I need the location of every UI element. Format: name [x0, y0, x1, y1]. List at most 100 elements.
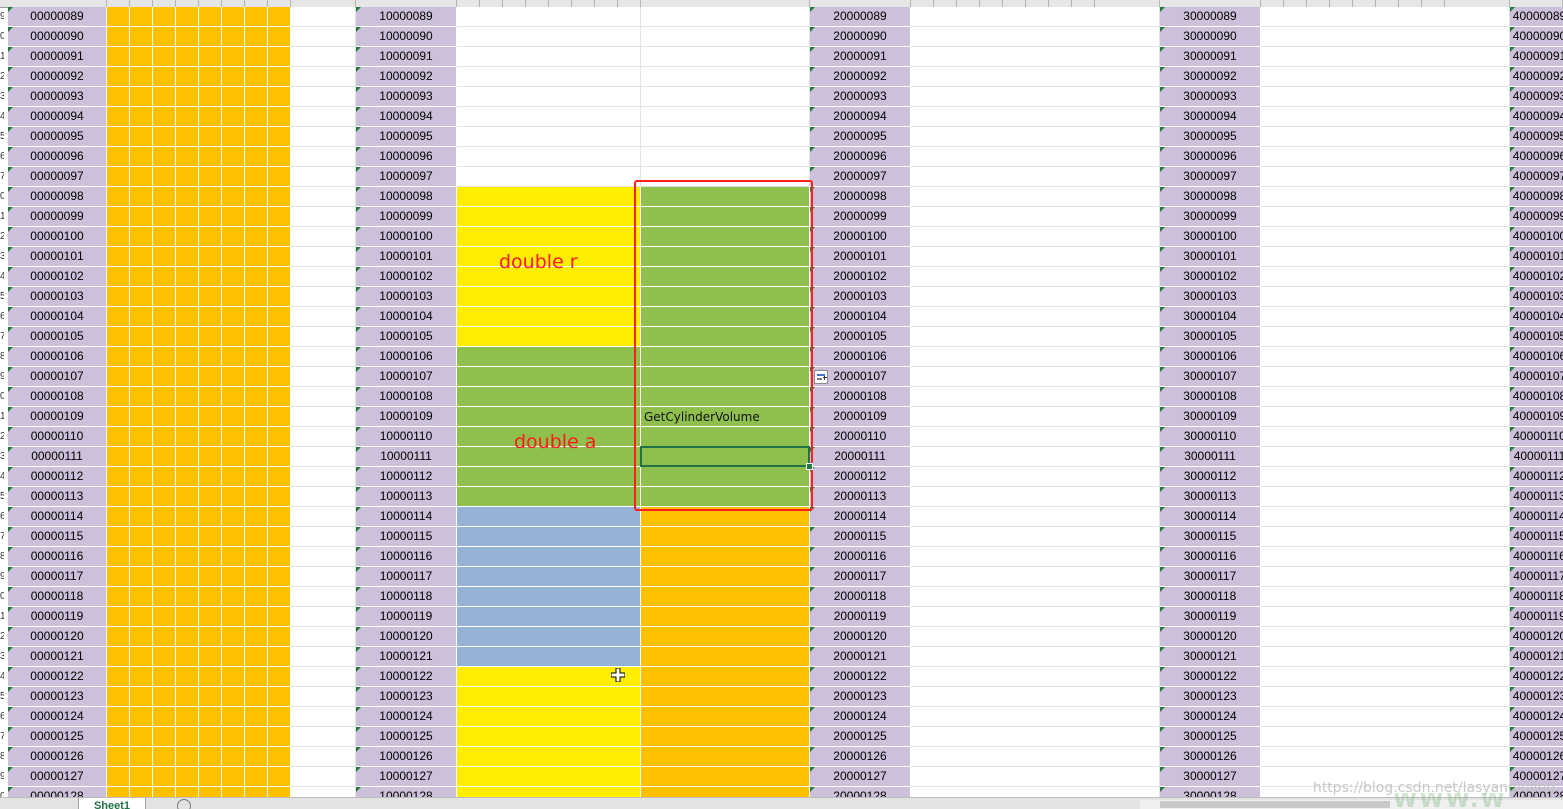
- id-cell[interactable]: 40000108: [1510, 387, 1563, 407]
- row-number-edge[interactable]: 2: [0, 627, 4, 647]
- colored-cell[interactable]: [107, 387, 130, 407]
- colored-cell[interactable]: [199, 407, 222, 427]
- colored-cell[interactable]: [130, 407, 153, 427]
- colored-cell[interactable]: [245, 67, 268, 87]
- colored-cell[interactable]: [222, 187, 245, 207]
- row-number-edge[interactable]: 4: [0, 267, 4, 287]
- empty-cell[interactable]: [291, 507, 356, 527]
- colored-cell[interactable]: [130, 107, 153, 127]
- colored-cell[interactable]: [107, 667, 130, 687]
- id-cell[interactable]: 30000096: [1160, 147, 1261, 167]
- colored-cell[interactable]: [222, 287, 245, 307]
- id-cell[interactable]: 00000101: [8, 247, 107, 267]
- colored-cell[interactable]: [457, 27, 641, 47]
- id-cell[interactable]: 00000120: [8, 627, 107, 647]
- colored-cell[interactable]: [641, 567, 810, 587]
- colored-cell[interactable]: [457, 687, 641, 707]
- colored-cell[interactable]: [107, 447, 130, 467]
- empty-cell[interactable]: [291, 567, 356, 587]
- id-cell[interactable]: 20000123: [810, 687, 911, 707]
- colored-cell[interactable]: [176, 147, 199, 167]
- id-cell[interactable]: 40000120: [1510, 627, 1563, 647]
- empty-cell[interactable]: [291, 67, 356, 87]
- colored-cell[interactable]: [222, 647, 245, 667]
- colored-cell[interactable]: [107, 47, 130, 67]
- id-cell[interactable]: 30000122: [1160, 667, 1261, 687]
- colored-cell[interactable]: [199, 267, 222, 287]
- colored-cell[interactable]: [222, 227, 245, 247]
- colored-cell[interactable]: [107, 267, 130, 287]
- row-number-edge[interactable]: 0: [0, 187, 4, 207]
- colored-cell[interactable]: [268, 87, 291, 107]
- colored-cell[interactable]: [245, 487, 268, 507]
- colored-cell[interactable]: [199, 227, 222, 247]
- id-cell[interactable]: 40000125: [1510, 727, 1563, 747]
- colored-cell[interactable]: [153, 167, 176, 187]
- colored-cell[interactable]: [199, 607, 222, 627]
- id-cell[interactable]: 40000113: [1510, 487, 1563, 507]
- id-cell[interactable]: 40000105: [1510, 327, 1563, 347]
- empty-cell[interactable]: [911, 227, 1160, 247]
- column-header[interactable]: [245, 0, 268, 7]
- empty-cell[interactable]: [1261, 147, 1510, 167]
- colored-cell[interactable]: [153, 567, 176, 587]
- empty-cell[interactable]: [911, 767, 1160, 787]
- column-header[interactable]: [1422, 0, 1445, 7]
- empty-cell[interactable]: [291, 287, 356, 307]
- id-cell[interactable]: 20000125: [810, 727, 911, 747]
- id-cell[interactable]: 40000093: [1510, 87, 1563, 107]
- id-cell[interactable]: 10000117: [356, 567, 457, 587]
- id-cell[interactable]: 40000090: [1510, 27, 1563, 47]
- colored-cell[interactable]: [268, 707, 291, 727]
- colored-cell[interactable]: [641, 87, 810, 107]
- colored-cell[interactable]: [245, 227, 268, 247]
- colored-cell[interactable]: [130, 67, 153, 87]
- colored-cell[interactable]: [641, 147, 810, 167]
- empty-cell[interactable]: [911, 327, 1160, 347]
- colored-cell[interactable]: [176, 7, 199, 27]
- colored-cell[interactable]: [245, 647, 268, 667]
- column-header[interactable]: [618, 0, 641, 7]
- id-cell[interactable]: 10000119: [356, 607, 457, 627]
- empty-cell[interactable]: [1261, 447, 1510, 467]
- colored-cell[interactable]: [107, 467, 130, 487]
- colored-cell[interactable]: [130, 707, 153, 727]
- colored-cell[interactable]: [107, 87, 130, 107]
- colored-cell[interactable]: [176, 647, 199, 667]
- id-cell[interactable]: 10000115: [356, 527, 457, 547]
- colored-cell[interactable]: [457, 407, 641, 427]
- colored-cell[interactable]: [268, 187, 291, 207]
- colored-cell[interactable]: [268, 527, 291, 547]
- colored-cell[interactable]: [457, 547, 641, 567]
- colored-cell[interactable]: [153, 147, 176, 167]
- column-header[interactable]: [1376, 0, 1399, 7]
- colored-cell[interactable]: [153, 547, 176, 567]
- colored-cell[interactable]: [222, 67, 245, 87]
- colored-cell[interactable]: [268, 347, 291, 367]
- colored-cell[interactable]: [268, 467, 291, 487]
- id-cell[interactable]: 00000097: [8, 167, 107, 187]
- empty-cell[interactable]: [911, 87, 1160, 107]
- colored-cell[interactable]: [641, 127, 810, 147]
- id-cell[interactable]: 20000118: [810, 587, 911, 607]
- colored-cell[interactable]: [222, 87, 245, 107]
- colored-cell[interactable]: [245, 587, 268, 607]
- empty-cell[interactable]: [291, 447, 356, 467]
- id-cell[interactable]: 30000120: [1160, 627, 1261, 647]
- colored-cell[interactable]: [176, 307, 199, 327]
- colored-cell[interactable]: [130, 467, 153, 487]
- colored-cell[interactable]: [245, 427, 268, 447]
- row-number-edge[interactable]: 6: [0, 707, 4, 727]
- row-number-edge[interactable]: 6: [0, 147, 4, 167]
- empty-cell[interactable]: [291, 127, 356, 147]
- colored-cell[interactable]: [245, 747, 268, 767]
- colored-cell[interactable]: [107, 427, 130, 447]
- id-cell[interactable]: 00000118: [8, 587, 107, 607]
- colored-cell[interactable]: [153, 707, 176, 727]
- id-cell[interactable]: 30000103: [1160, 287, 1261, 307]
- id-cell[interactable]: 10000106: [356, 347, 457, 367]
- row-number-edge[interactable]: 7: [0, 727, 4, 747]
- id-cell[interactable]: 40000101: [1510, 247, 1563, 267]
- id-cell[interactable]: 00000119: [8, 607, 107, 627]
- colored-cell[interactable]: [457, 87, 641, 107]
